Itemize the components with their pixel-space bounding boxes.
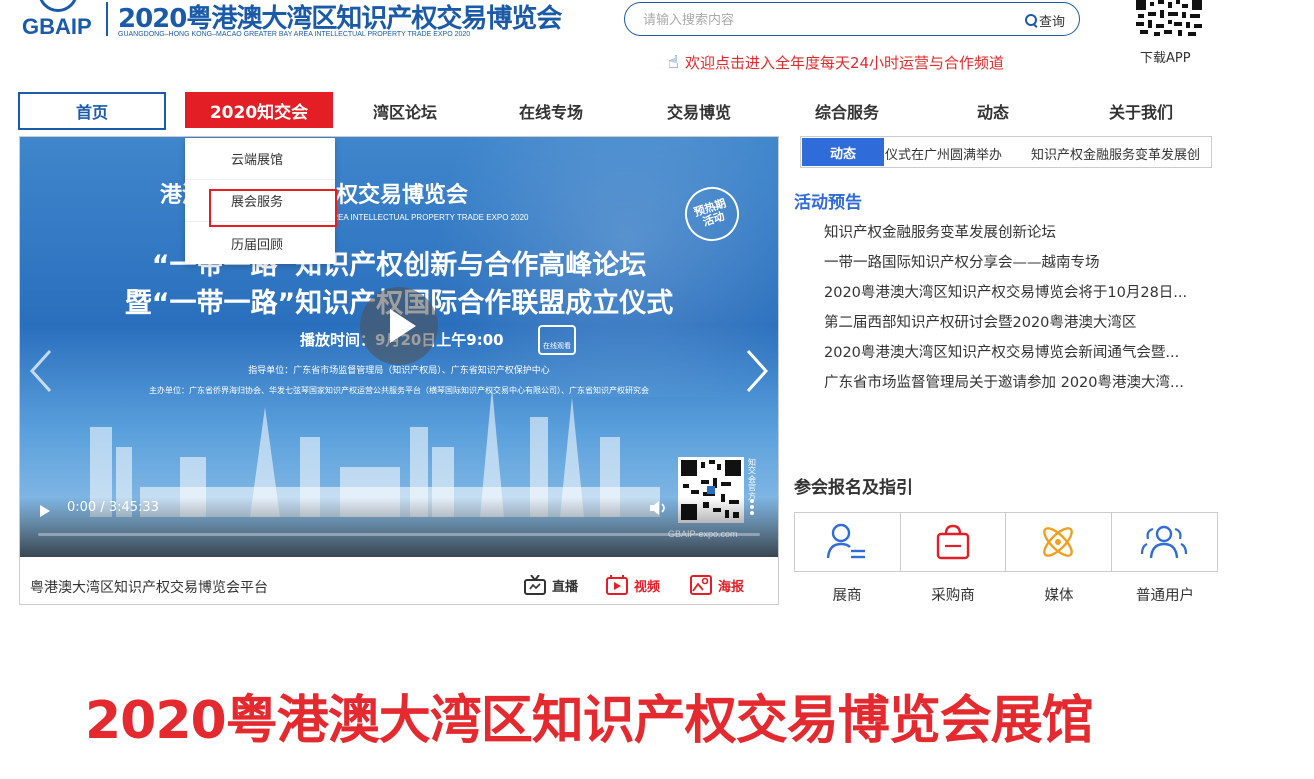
site-subtitle: GUANGDONG–HONG KONG–MACAO GREATER BAY AR…	[118, 31, 471, 38]
more-options-icon[interactable]	[750, 499, 754, 515]
registration-labels: 展商 采购商 媒体 普通用户	[794, 584, 1218, 605]
register-buyer-button[interactable]	[900, 513, 1006, 571]
search-icon	[1024, 14, 1037, 26]
video-play-icon	[606, 575, 628, 595]
ticker-label: 动态	[802, 138, 884, 166]
poster-title-line-1: “一带一路”知识产权创新与合作高峰论坛	[151, 250, 647, 281]
qr-note: 知交会官方	[748, 458, 756, 500]
dropdown-expo-services[interactable]: 展会服务	[185, 180, 335, 222]
hand-pointer-icon: ☝	[668, 52, 679, 73]
logo-text: GBAIP	[22, 14, 92, 39]
live-button[interactable]: 直播	[524, 573, 578, 597]
volume-icon[interactable]	[650, 501, 668, 515]
poster-icon	[690, 575, 712, 595]
tv-icon	[524, 575, 546, 595]
buyer-icon	[936, 524, 969, 560]
list-item[interactable]: 知识产权金融服务变革发展创新论坛	[824, 220, 1220, 250]
logo-divider	[106, 2, 108, 36]
exhibitor-label[interactable]: 展商	[794, 584, 900, 605]
video-label: 视频	[634, 579, 661, 595]
video-player[interactable]: 港澳大湾区知识产权交易博览会 KONG–MACAO GREATER BAY AR…	[20, 137, 778, 557]
exhibition-hall-title: 2020粤港澳大湾区知识产权交易博览会展馆	[85, 691, 1094, 751]
watch-online-icon: 在线观看	[538, 325, 576, 355]
site-title: 2020粤港澳大湾区知识产权交易博览会	[118, 4, 562, 34]
expo-dropdown-menu: 云端展馆 展会服务 历届回顾	[185, 138, 335, 264]
welcome-link[interactable]: ☝ 欢迎点击进入全年度每天24小时运营与合作频道	[668, 52, 1004, 73]
poster-button[interactable]: 海报	[690, 573, 744, 597]
exhibitor-icon	[827, 523, 866, 559]
logo[interactable]: GBAIP	[20, 0, 100, 40]
media-label[interactable]: 媒体	[1006, 584, 1112, 605]
ticker-item-1[interactable]: 仪式在广州圆满举办	[885, 144, 1002, 163]
list-item[interactable]: 第二届西部知识产权研讨会暨2020粤港澳大湾区	[824, 310, 1220, 340]
carousel-prev-icon[interactable]	[28, 349, 56, 393]
list-item[interactable]: 广东省市场监督管理局关于邀请参加 2020粤港澳大湾...	[824, 370, 1220, 400]
dropdown-cloud-hall[interactable]: 云端展馆	[185, 138, 335, 180]
logo-wave-icon	[38, 0, 78, 12]
nav-online-special[interactable]: 在线专场	[480, 92, 622, 130]
list-item[interactable]: 2020粤港澳大湾区知识产权交易博览会新闻通气会暨...	[824, 340, 1220, 370]
search-button-label: 查询	[1038, 14, 1065, 30]
event-preview-list: 知识产权金融服务变革发展创新论坛 一带一路国际知识产权分享会——越南专场 202…	[824, 220, 1220, 400]
search-bar: 查询	[624, 2, 1080, 36]
user-label[interactable]: 普通用户	[1112, 584, 1218, 605]
video-footer: 粤港澳大湾区知识产权交易博览会平台 直播 视频 海报	[20, 557, 778, 603]
poster-label: 海报	[718, 579, 745, 595]
users-icon	[1141, 525, 1188, 559]
registration-title: 参会报名及指引	[794, 478, 913, 498]
dropdown-past-review[interactable]: 历届回顾	[185, 222, 335, 264]
app-qr-code	[1134, 0, 1204, 38]
nav-2020-expo[interactable]: 2020知交会	[185, 92, 333, 128]
register-exhibitor-button[interactable]	[795, 513, 901, 571]
play-icon[interactable]	[40, 505, 52, 517]
watch-online-label: 在线观看	[543, 342, 571, 350]
list-item[interactable]: 2020粤港澳大湾区知识产权交易博览会将于10月28日...	[824, 280, 1220, 310]
event-preview-title: 活动预告	[794, 193, 862, 213]
register-media-button[interactable]	[1006, 513, 1112, 571]
welcome-text: 欢迎点击进入全年度每天24小时运营与合作频道	[684, 54, 1005, 72]
search-button[interactable]: 查询	[1024, 9, 1065, 31]
main-nav: 首页 2020知交会 湾区论坛 在线专场 交易博览 综合服务 动态 关于我们	[18, 92, 1218, 132]
buyer-label[interactable]: 采购商	[900, 584, 1006, 605]
ticker-item-2[interactable]: 知识产权金融服务变革发展创	[1031, 144, 1200, 163]
video-progress-bar[interactable]	[38, 533, 760, 536]
news-ticker: 动态 仪式在广州圆满举办 知识产权金融服务变革发展创	[800, 136, 1212, 168]
carousel-next-icon[interactable]	[742, 349, 770, 393]
nav-trade-expo[interactable]: 交易博览	[628, 92, 770, 130]
nav-services[interactable]: 综合服务	[776, 92, 918, 130]
platform-title: 粤港澳大湾区知识产权交易博览会平台	[30, 580, 268, 596]
video-button[interactable]: 视频	[606, 573, 660, 597]
media-icon	[1043, 527, 1074, 557]
video-watermark: GBAIP-expo.com	[668, 529, 738, 539]
nav-bay-forum[interactable]: 湾区论坛	[334, 92, 476, 130]
video-timecode: 0:00 / 3:45:33	[67, 500, 159, 515]
download-app-label[interactable]: 下载APP	[1140, 47, 1191, 66]
nav-home[interactable]: 首页	[18, 92, 166, 130]
search-input[interactable]	[643, 9, 1013, 31]
list-item[interactable]: 一带一路国际知识产权分享会——越南专场	[824, 250, 1220, 280]
city-skyline-graphic	[90, 387, 660, 517]
register-user-button[interactable]	[1111, 513, 1217, 571]
play-overlay-button[interactable]	[360, 287, 438, 365]
registration-grid	[794, 512, 1218, 572]
nav-news[interactable]: 动态	[922, 92, 1064, 130]
live-label: 直播	[552, 579, 579, 595]
nav-about[interactable]: 关于我们	[1070, 92, 1212, 130]
